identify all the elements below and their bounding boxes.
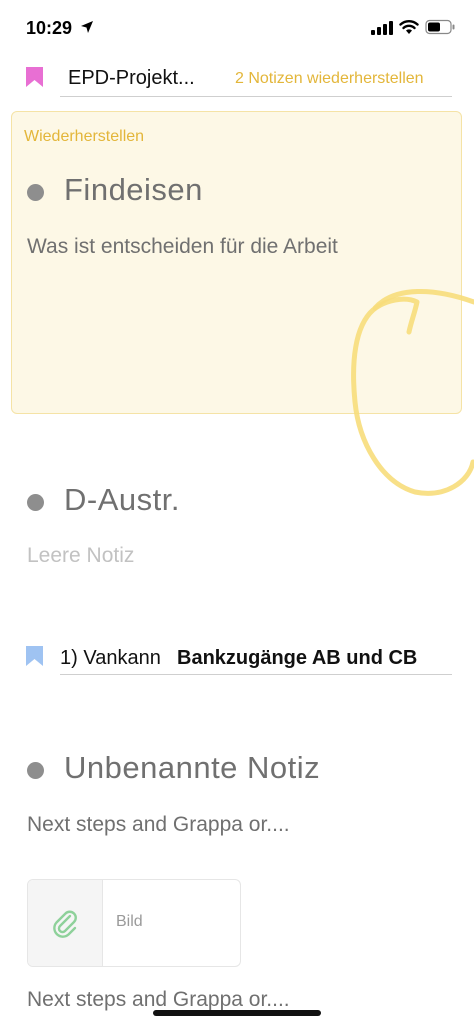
section-header-vankann[interactable]: 1) Vankann Bankzugänge AB und CB: [0, 640, 474, 680]
note-body[interactable]: Was ist entscheiden für die Arbeit: [27, 235, 338, 259]
restore-label[interactable]: Wiederherstellen: [24, 128, 144, 146]
attachment-label: Bild: [116, 913, 143, 930]
note-title[interactable]: D-Austr.: [64, 482, 180, 518]
note-body-empty[interactable]: Leere Notiz: [27, 544, 134, 568]
location-arrow-icon: [81, 21, 93, 33]
section-prefix[interactable]: 1) Vankann: [60, 647, 161, 670]
battery-icon: [425, 19, 455, 35]
section-title[interactable]: EPD-Projekt...: [68, 67, 195, 90]
section-header-epd[interactable]: EPD-Projekt... 2 Notizen wiederherstelle…: [0, 58, 474, 98]
status-time: 10:29: [26, 18, 73, 38]
header-underline: [60, 674, 452, 675]
note-title[interactable]: Findeisen: [64, 172, 203, 208]
restore-notes-link[interactable]: 2 Notizen wiederherstellen: [235, 70, 424, 88]
bookmark-icon: [26, 646, 43, 666]
restore-card[interactable]: Wiederherstellen Findeisen Was ist entsc…: [11, 111, 462, 414]
section-title[interactable]: Bankzugänge AB und CB: [177, 647, 417, 670]
attachment-thumbnail: [28, 880, 103, 966]
note-bullet: [27, 762, 44, 779]
home-indicator[interactable]: [153, 1010, 321, 1016]
note-body[interactable]: Next steps and Grappa or....: [27, 813, 290, 837]
paperclip-icon: [53, 910, 77, 938]
cellular-signal-icon: [371, 21, 393, 35]
header-underline: [60, 96, 452, 97]
bookmark-icon: [26, 67, 43, 87]
note-bullet: [27, 494, 44, 511]
image-attachment[interactable]: Bild: [27, 879, 241, 967]
status-bar: 10:29: [0, 0, 474, 56]
note-bullet: [27, 184, 44, 201]
note-title[interactable]: Unbenannte Notiz: [64, 750, 320, 786]
note-body-repeat[interactable]: Next steps and Grappa or....: [27, 988, 290, 1012]
wifi-icon: [399, 20, 419, 34]
